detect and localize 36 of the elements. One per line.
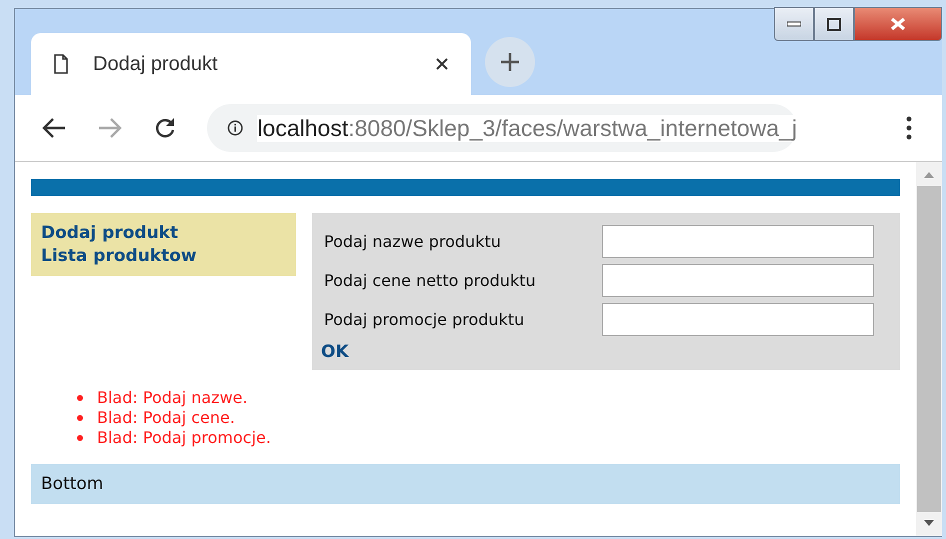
footer-text: Bottom xyxy=(41,474,104,494)
field-label: Podaj nazwe produktu xyxy=(324,232,501,251)
page-icon xyxy=(53,54,69,74)
error-message: Blad: Podaj nazwe. xyxy=(97,388,248,408)
ok-link[interactable]: OK xyxy=(321,342,874,362)
bullet-icon xyxy=(77,415,83,421)
back-icon[interactable] xyxy=(41,117,67,139)
reload-icon[interactable] xyxy=(153,116,177,140)
minimize-icon xyxy=(787,21,801,27)
minimize-button[interactable] xyxy=(774,7,814,41)
address-bar[interactable]: localhost:8080/Sklep_3/faces/warstwa_internetowa_j xyxy=(207,104,797,152)
new-tab-button[interactable] xyxy=(485,37,535,87)
bullet-icon xyxy=(77,395,83,401)
maximize-button[interactable] xyxy=(814,7,854,41)
maximize-icon xyxy=(827,18,841,30)
close-icon[interactable] xyxy=(435,57,449,71)
plus-icon xyxy=(500,52,520,72)
error-message: Blad: Podaj cene. xyxy=(97,408,235,428)
error-message: Blad: Podaj promocje. xyxy=(97,428,271,448)
close-button[interactable] xyxy=(854,7,942,41)
field-label: Podaj cene netto produktu xyxy=(324,271,536,290)
input-field[interactable] xyxy=(602,264,874,297)
nav-link[interactable]: Lista produktow xyxy=(41,245,286,268)
field-label: Podaj promocje produktu xyxy=(324,310,524,329)
tab-title: Dodaj produkt xyxy=(93,52,219,76)
nav-link[interactable]: Dodaj produkt xyxy=(41,222,286,245)
url-text: localhost:8080/Sklep_3/faces/warstwa_internetowa_j xyxy=(257,114,797,142)
close-icon xyxy=(889,17,907,31)
input-field[interactable] xyxy=(602,303,874,336)
input-field[interactable] xyxy=(602,225,874,258)
scrollbar[interactable] xyxy=(916,162,942,536)
scroll-thumb[interactable] xyxy=(917,186,941,512)
bullet-icon xyxy=(77,435,83,441)
browser-tab[interactable]: Dodaj produkt xyxy=(31,33,471,95)
menu-icon[interactable] xyxy=(906,116,912,140)
scroll-down-icon[interactable] xyxy=(924,520,934,526)
